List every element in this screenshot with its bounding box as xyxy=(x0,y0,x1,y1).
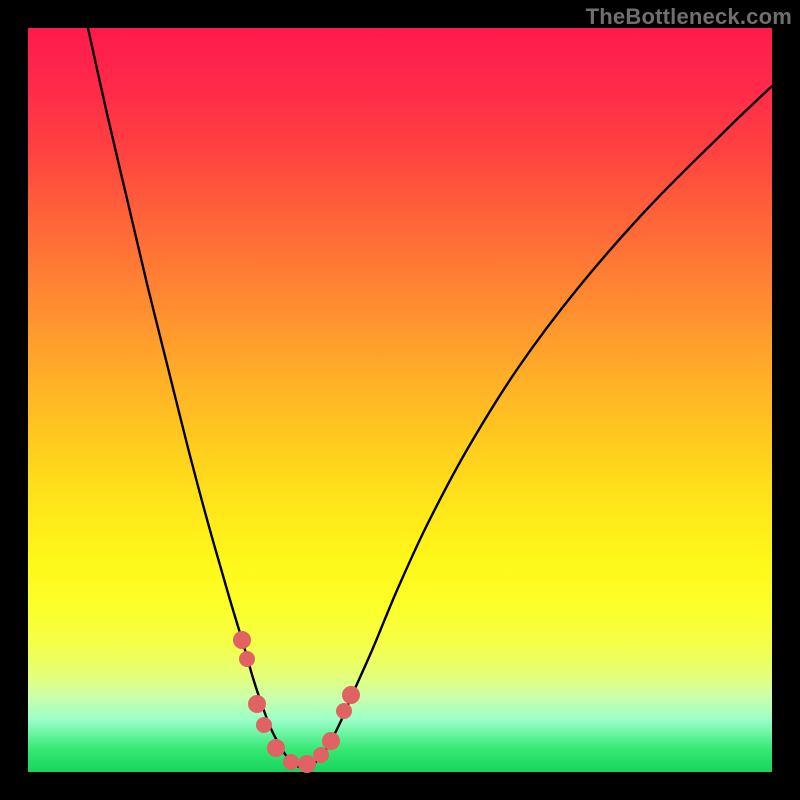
data-marker xyxy=(313,747,329,763)
data-marker xyxy=(256,717,272,733)
data-marker xyxy=(283,754,299,770)
data-marker xyxy=(322,732,340,750)
plot-area xyxy=(28,28,772,772)
data-marker xyxy=(248,695,266,713)
data-marker xyxy=(267,739,285,757)
data-marker xyxy=(233,631,251,649)
bottleneck-curve xyxy=(28,28,772,772)
chart-frame: TheBottleneck.com xyxy=(0,0,800,800)
data-marker xyxy=(239,651,255,667)
watermark-text: TheBottleneck.com xyxy=(586,4,792,30)
data-marker xyxy=(342,686,360,704)
data-marker xyxy=(336,703,352,719)
